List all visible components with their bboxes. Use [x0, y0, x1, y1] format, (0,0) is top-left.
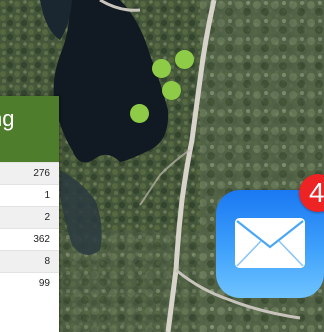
- panel-rows: 276 1 2 362 8 99: [0, 162, 59, 294]
- panel-row: 2: [0, 206, 59, 228]
- panel-row: 8: [0, 250, 59, 272]
- map-marker[interactable]: [175, 50, 194, 69]
- panel-row: 362: [0, 228, 59, 250]
- panel-row: 99: [0, 272, 59, 294]
- map-view[interactable]: ng 276 1 2 362 8 99 4: [0, 0, 324, 332]
- map-marker[interactable]: [162, 81, 181, 100]
- data-panel: ng 276 1 2 362 8 99: [0, 96, 59, 332]
- panel-row: 1: [0, 184, 59, 206]
- map-marker[interactable]: [152, 59, 171, 78]
- panel-header: ng: [0, 96, 59, 162]
- panel-row: 276: [0, 162, 59, 184]
- envelope-icon: [235, 218, 305, 268]
- panel-title: ng: [0, 106, 15, 131]
- map-marker[interactable]: [130, 104, 149, 123]
